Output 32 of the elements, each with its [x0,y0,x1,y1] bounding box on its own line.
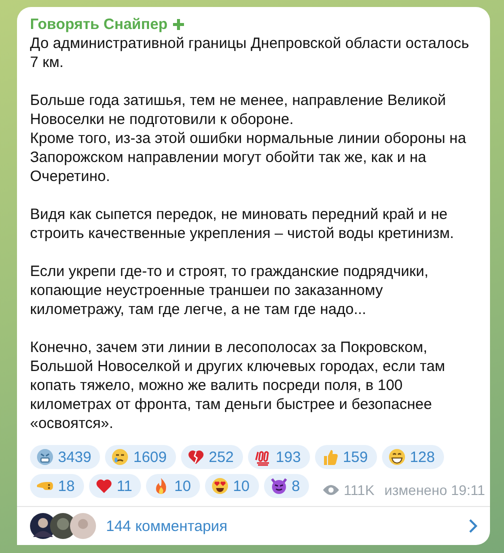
plus-icon [172,19,184,30]
broken-heart-icon [186,448,205,466]
eye-icon [322,484,340,496]
reaction-button[interactable]: 252 [180,445,243,469]
heart-eyes-face-icon [210,477,229,495]
message-paragraph: Больше года затишья, тем не менее, направление Великой Новоселки не подготовили к обороне. Кроме того, из-за этой ошибки нормальные линии обороны на Запорожском направлении могут обойти так же, как и на Очеретино. [30,91,468,186]
channel-name[interactable]: Говорять Снайпер [30,16,168,33]
reaction-button[interactable]: 18 [30,474,84,498]
comments-row[interactable]: 144 комментария [30,507,478,545]
reaction-button[interactable]: 1609 [105,445,176,469]
message-paragraph: Видя как сыпется передок, не миновать передний край и не строить качественные укрепления – чистой воды кретинизм. [30,205,455,243]
reaction-button[interactable]: 11 [88,474,142,498]
screaming-face-icon [36,448,54,466]
edited-time: изменено 19:11 [384,482,485,498]
reaction-button[interactable]: 128 [382,445,444,469]
message-paragraph: Конечно, зачем эти линии в лесополосах за Покровском, Большой Новоселкой и других ключевых городах, если там копать тяжело, можно же валить посреди поля, в 100 километрах от фронта, там деньги быстрее и безопаснее «освоятся». [30,338,446,433]
message-paragraph: Если укрепи где-то и строят, то гражданские подрядчики, копающие неустроенные траншеи по заказанному километражу, там где легче, а не там где надо... [30,262,430,319]
devil-face-icon [270,477,288,495]
chevron-right-icon[interactable] [468,518,478,534]
avatar [70,513,96,539]
reaction-button[interactable]: 10 [204,474,259,498]
message-paragraph: До административной границы Днепровской области осталось 7 км. [30,34,470,72]
reaction-button[interactable]: 193 [248,445,310,469]
reaction-button[interactable]: 10 [146,474,200,498]
crying-face-icon [111,448,130,466]
reaction-button[interactable]: 159 [314,445,377,469]
comments-link[interactable]: 144 комментария [106,518,468,534]
grinning-face-icon [388,448,406,466]
reaction-button[interactable]: 3439 [30,445,100,469]
reaction-button[interactable]: 8 [264,474,309,498]
heart-icon [94,477,113,495]
view-count: 111K [344,482,374,498]
